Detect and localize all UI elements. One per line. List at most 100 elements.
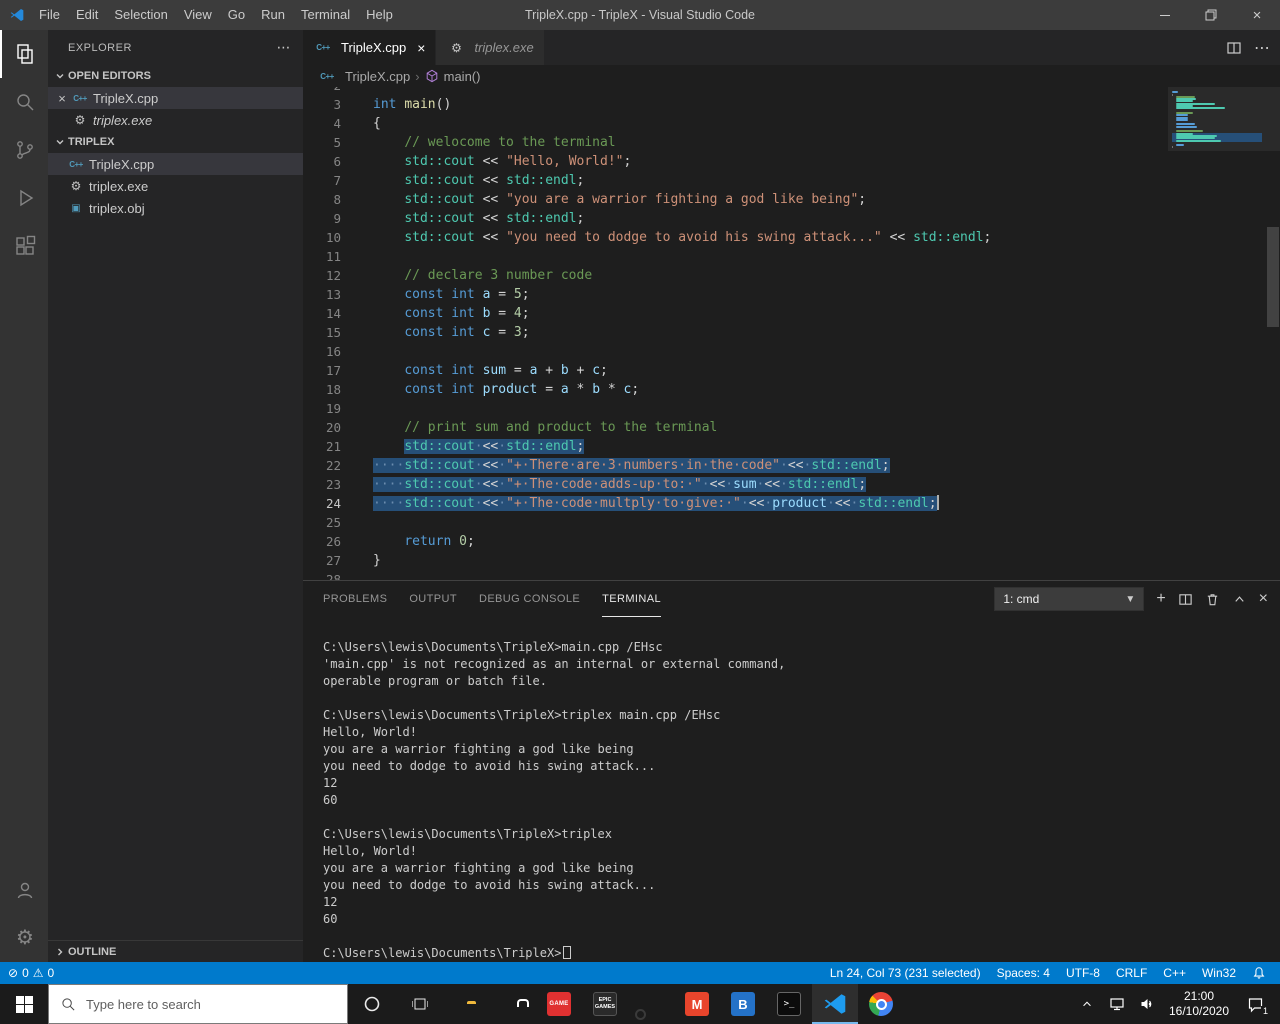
account-icon[interactable] bbox=[0, 866, 48, 914]
code-editor[interactable]: 23int main()4{5 // welocome to the termi… bbox=[303, 87, 1280, 580]
new-terminal-icon[interactable]: + bbox=[1156, 591, 1165, 607]
taskbar-file-explorer[interactable] bbox=[444, 984, 490, 1024]
taskbar-blue-b-app[interactable]: B bbox=[720, 984, 766, 1024]
action-center-button[interactable]: 1 bbox=[1236, 984, 1274, 1024]
kill-terminal-icon[interactable] bbox=[1205, 592, 1220, 607]
file-tree-item[interactable]: ⚙ triplex.exe bbox=[48, 175, 303, 197]
code-text[interactable]: ····std::cout·<<·"+·There·are·3·numbers·… bbox=[367, 456, 890, 475]
menu-view[interactable]: View bbox=[176, 7, 220, 22]
task-view-button[interactable] bbox=[396, 984, 444, 1024]
open-editors-section-header[interactable]: OPEN EDITORS bbox=[48, 65, 303, 87]
code-text[interactable]: const int a = 5; bbox=[367, 285, 529, 304]
search-icon[interactable] bbox=[0, 78, 48, 126]
minimize-button[interactable] bbox=[1142, 0, 1188, 30]
code-text[interactable]: std::cout << "Hello, World!"; bbox=[367, 152, 631, 171]
open-editor-item[interactable]: × C++ TripleX.cpp bbox=[48, 87, 303, 109]
explorer-more-actions-icon[interactable]: ⋯ bbox=[277, 39, 292, 56]
breadcrumb-file[interactable]: TripleX.cpp bbox=[345, 69, 410, 84]
taskbar-steam[interactable] bbox=[628, 984, 674, 1024]
code-text[interactable]: std::cout << std::endl; bbox=[367, 209, 584, 228]
code-text[interactable]: ····std::cout·<<·"+·The·code·multply·to·… bbox=[367, 494, 939, 513]
close-editor-icon[interactable]: × bbox=[54, 91, 70, 106]
code-text[interactable]: const int sum = a + b + c; bbox=[367, 361, 608, 380]
extensions-icon[interactable] bbox=[0, 222, 48, 270]
breadcrumb-symbol[interactable]: main() bbox=[444, 69, 481, 84]
editor-scrollbar-thumb[interactable] bbox=[1267, 227, 1279, 327]
menu-edit[interactable]: Edit bbox=[68, 7, 106, 22]
panel-tab-debug-console[interactable]: DEBUG CONSOLE bbox=[479, 581, 580, 617]
taskbar-search[interactable]: Type here to search bbox=[48, 984, 348, 1024]
code-text[interactable] bbox=[367, 247, 373, 266]
taskbar-microsoft-store[interactable] bbox=[490, 984, 536, 1024]
volume-icon[interactable] bbox=[1132, 984, 1162, 1024]
panel-tab-problems[interactable]: PROBLEMS bbox=[323, 581, 387, 617]
notifications-bell-icon[interactable] bbox=[1244, 962, 1274, 984]
code-text[interactable]: const int product = a * b * c; bbox=[367, 380, 639, 399]
code-text[interactable] bbox=[367, 513, 373, 532]
menu-go[interactable]: Go bbox=[220, 7, 253, 22]
split-terminal-icon[interactable] bbox=[1178, 592, 1193, 607]
network-icon[interactable] bbox=[1102, 984, 1132, 1024]
tab-TripleX.cpp[interactable]: C++ TripleX.cpp × bbox=[303, 30, 437, 65]
code-text[interactable]: ····std::cout·<<·"+·The·code·adds-up·to:… bbox=[367, 475, 867, 494]
minimap[interactable] bbox=[1172, 89, 1262, 151]
code-text[interactable] bbox=[367, 399, 373, 418]
taskbar-game-app[interactable]: GAME bbox=[536, 984, 582, 1024]
panel-tab-terminal[interactable]: TERMINAL bbox=[602, 581, 661, 617]
close-tab-icon[interactable]: × bbox=[417, 40, 425, 56]
tab-triplex.exe[interactable]: ⚙ triplex.exe bbox=[436, 30, 545, 65]
code-text[interactable]: const int b = 4; bbox=[367, 304, 529, 323]
taskbar-red-m-app[interactable]: M bbox=[674, 984, 720, 1024]
taskbar-vscode[interactable] bbox=[812, 984, 858, 1024]
run-debug-icon[interactable] bbox=[0, 174, 48, 222]
code-text[interactable]: } bbox=[367, 551, 381, 570]
code-text[interactable]: // print sum and product to the terminal bbox=[367, 418, 717, 437]
code-text[interactable]: // declare 3 number code bbox=[367, 266, 592, 285]
menu-file[interactable]: File bbox=[31, 7, 68, 22]
code-text[interactable]: const int c = 3; bbox=[367, 323, 529, 342]
terminal-shell-select[interactable]: 1: cmd ▼ bbox=[994, 587, 1145, 611]
maximize-panel-icon[interactable] bbox=[1232, 592, 1247, 607]
menu-selection[interactable]: Selection bbox=[106, 7, 175, 22]
code-text[interactable]: std::cout << "you need to dodge to avoid… bbox=[367, 228, 991, 247]
taskbar-chrome[interactable] bbox=[858, 984, 904, 1024]
settings-icon[interactable]: ⚙ bbox=[0, 914, 48, 962]
taskbar-clock[interactable]: 21:00 16/10/2020 bbox=[1162, 989, 1236, 1019]
close-window-button[interactable]: × bbox=[1234, 0, 1280, 30]
menu-help[interactable]: Help bbox=[358, 7, 401, 22]
folder-section-header[interactable]: TRIPLEX bbox=[48, 131, 303, 153]
explorer-icon[interactable] bbox=[0, 30, 48, 78]
code-text[interactable] bbox=[367, 570, 373, 580]
terminal-output[interactable]: C:\Users\lewis\Documents\TripleX>main.cp… bbox=[303, 617, 1280, 962]
platform-status[interactable]: Win32 bbox=[1194, 962, 1244, 984]
language-mode-status[interactable]: C++ bbox=[1155, 962, 1194, 984]
source-control-icon[interactable] bbox=[0, 126, 48, 174]
file-tree-item[interactable]: C++ TripleX.cpp bbox=[48, 153, 303, 175]
start-button[interactable] bbox=[0, 984, 48, 1024]
code-text[interactable]: std::cout << "you are a warrior fighting… bbox=[367, 190, 866, 209]
split-editor-icon[interactable] bbox=[1226, 40, 1242, 56]
close-panel-icon[interactable]: × bbox=[1259, 591, 1268, 607]
code-text[interactable] bbox=[367, 342, 373, 361]
file-tree-item[interactable]: ▣ triplex.obj bbox=[48, 197, 303, 219]
code-text[interactable] bbox=[367, 87, 373, 95]
cortana-button[interactable] bbox=[348, 984, 396, 1024]
eol-status[interactable]: CRLF bbox=[1108, 962, 1155, 984]
code-text[interactable]: std::cout << std::endl; bbox=[367, 171, 584, 190]
cursor-position-status[interactable]: Ln 24, Col 73 (231 selected) bbox=[822, 962, 989, 984]
taskbar-command-prompt[interactable]: >_ bbox=[766, 984, 812, 1024]
problems-status[interactable]: ⊘ 0 ⚠ 0 bbox=[0, 962, 62, 984]
code-text[interactable]: std::cout·<<·std::endl; bbox=[367, 437, 585, 456]
code-text[interactable]: int main() bbox=[367, 95, 451, 114]
open-editor-item[interactable]: ⚙ triplex.exe bbox=[48, 109, 303, 131]
editor-more-actions-icon[interactable]: ⋯ bbox=[1254, 38, 1270, 58]
indentation-status[interactable]: Spaces: 4 bbox=[989, 962, 1058, 984]
code-text[interactable]: // welocome to the terminal bbox=[367, 133, 615, 152]
panel-tab-output[interactable]: OUTPUT bbox=[409, 581, 457, 617]
code-text[interactable]: { bbox=[367, 114, 381, 133]
menu-terminal[interactable]: Terminal bbox=[293, 7, 358, 22]
tray-chevron-up-icon[interactable] bbox=[1072, 984, 1102, 1024]
outline-section-header[interactable]: OUTLINE bbox=[48, 940, 303, 962]
taskbar-epic-games[interactable]: EPIC GAMES bbox=[582, 984, 628, 1024]
code-text[interactable]: return 0; bbox=[367, 532, 474, 551]
